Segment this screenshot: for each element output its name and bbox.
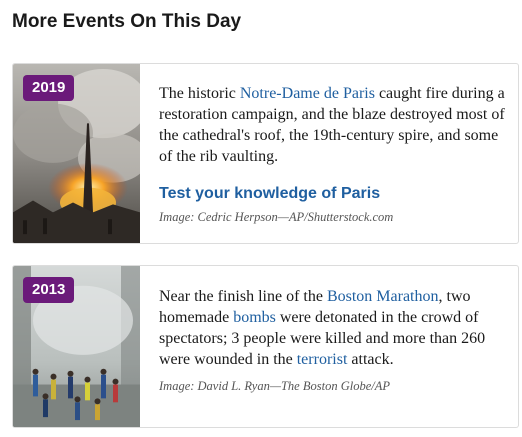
boston-marathon-image[interactable]: 2013 [13, 266, 140, 427]
section-title: More Events On This Day [12, 11, 242, 32]
year-badge: 2019 [23, 75, 75, 101]
boston-marathon-link[interactable]: Boston Marathon [327, 288, 439, 305]
image-credit: Image: David L. Ryan—The Boston Globe/AP [159, 379, 390, 393]
description-text: Near the finish line of the [159, 288, 327, 305]
event-card-2019[interactable]: 2019 The historic Notre-Dame de Paris ca… [12, 63, 519, 244]
event-description: The historic Notre-Dame de Paris caught … [159, 83, 508, 167]
event-card-2013[interactable]: 2013 Near the finish line of the Boston … [12, 265, 519, 428]
terrorist-link[interactable]: terrorist [297, 351, 348, 368]
description-text: attack. [347, 351, 394, 368]
image-credit: Image: Cedric Herpson—AP/Shutterstock.co… [159, 210, 394, 224]
notre-dame-fire-image[interactable]: 2019 [13, 64, 140, 243]
year-badge: 2013 [23, 277, 75, 303]
event-description: Near the finish line of the Boston Marat… [159, 286, 508, 370]
quiz-link[interactable]: Test your knowledge of Paris [159, 184, 508, 204]
bombs-link[interactable]: bombs [233, 309, 276, 326]
description-text: The historic [159, 85, 240, 102]
notre-dame-link[interactable]: Notre-Dame de Paris [240, 85, 375, 102]
